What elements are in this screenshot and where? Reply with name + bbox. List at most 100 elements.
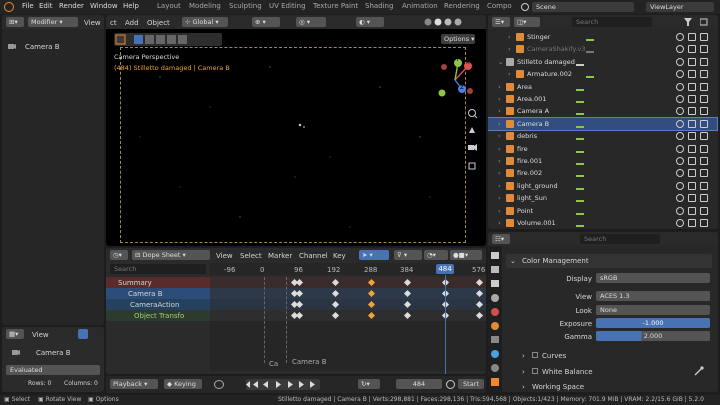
tool-tab-icon[interactable] [490,250,500,260]
eye-visibility-icon[interactable] [676,219,684,227]
tab-workspace-8[interactable]: Compo [487,2,513,10]
camera-render-icon[interactable] [688,132,696,141]
menu-render[interactable]: Render [59,2,84,10]
properties-search-input[interactable]: Search [580,234,660,244]
data-type-icon[interactable] [576,95,584,103]
white-balance-checkbox[interactable] [532,368,538,374]
restrict-select-icon[interactable] [700,157,708,165]
eye-visibility-icon[interactable] [676,107,684,116]
restrict-select-icon[interactable] [700,132,708,141]
eye-visibility-icon[interactable] [676,33,684,41]
camera-render-icon[interactable] [688,194,696,203]
marker-label[interactable]: Camera B [292,358,327,366]
spreadsheet-view-menu[interactable]: View [32,331,49,339]
data-type-icon[interactable] [586,70,594,79]
keyframe[interactable] [290,300,298,309]
data-type-icon[interactable] [586,45,594,54]
expand-chevron-icon[interactable]: › [498,219,501,227]
keyframe[interactable] [368,311,376,320]
expand-chevron-icon[interactable]: › [498,182,501,190]
outliner-row[interactable]: › fire.002 [488,167,717,179]
restrict-select-icon[interactable] [700,181,708,190]
object-tab-icon[interactable] [490,350,500,360]
keyframe[interactable] [290,311,298,320]
outliner-row[interactable]: ⌄ Stilletto damaged [488,56,717,68]
output-tab-icon[interactable] [490,278,500,288]
data-type-icon[interactable] [576,132,584,141]
keyframes[interactable] [106,248,486,374]
camera-render-icon[interactable] [688,144,696,153]
camera-render-icon[interactable] [688,206,696,215]
restrict-select-icon[interactable] [700,33,708,41]
outliner-row[interactable]: › fire.001 [488,155,717,167]
keyframe[interactable] [332,278,340,287]
outliner-row[interactable]: › Stinger [488,31,717,43]
editor-type-button[interactable]: ⊞▾ [6,17,24,27]
viewport-3d[interactable]: ct Add Object ⊹ Global ▾ ⊕ ▾ ◎ ▾ ◐ ▾ Opt… [106,15,486,246]
view-layer-tab-icon[interactable] [490,294,500,304]
marker-label[interactable]: Ca [269,360,278,368]
outliner-row[interactable]: › light_ground [488,180,717,192]
expand-chevron-icon[interactable]: › [498,207,501,215]
camera-render-icon[interactable] [688,70,696,79]
data-type-icon[interactable] [576,120,584,128]
viewport-add-menu[interactable]: Add [125,19,139,27]
data-type-icon[interactable] [586,33,594,41]
navigation-gizmo[interactable] [432,57,478,103]
keyframe[interactable] [475,289,483,298]
exposure-slider[interactable]: -1.000 [596,318,710,328]
eye-visibility-icon[interactable] [676,119,684,128]
filter-icon[interactable] [684,18,692,26]
eye-visibility-icon[interactable] [676,194,684,203]
restrict-select-icon[interactable] [700,206,708,215]
data-type-icon[interactable] [576,169,584,178]
view-layer-field[interactable]: ViewLayer [646,2,714,12]
record-icon[interactable] [214,380,224,389]
keyframe[interactable] [368,278,376,287]
select-mode-toolbar[interactable] [114,33,222,46]
camera-render-icon[interactable] [688,119,696,128]
dope-sheet-editor[interactable]: ◷▾ ⊟ Dope Sheet ▾ View Select Marker Cha… [106,248,486,374]
outliner-row[interactable]: › fire [488,143,717,155]
eye-visibility-icon[interactable] [676,82,684,91]
menu-help[interactable]: Help [123,2,139,10]
proportional-edit-button[interactable]: ◎ ▾ [296,17,326,27]
eyedropper-icon[interactable] [694,366,704,376]
lock-icon[interactable] [466,161,478,173]
keyframe[interactable] [368,289,376,298]
eye-visibility-icon[interactable] [676,169,684,178]
expand-chevron-icon[interactable]: › [498,120,501,128]
data-type-icon[interactable] [576,107,584,116]
eye-visibility-icon[interactable] [676,144,684,153]
outliner-row[interactable]: › light_Sun [488,192,717,204]
camera-render-icon[interactable] [688,45,696,54]
data-type-icon[interactable] [576,83,584,91]
camera-render-icon[interactable] [688,169,696,178]
outliner-row[interactable]: › Camera B [488,116,718,132]
camera-render-icon[interactable] [688,95,696,103]
expand-chevron-icon[interactable]: › [498,132,501,140]
camera-render-icon[interactable] [688,33,696,41]
display-mode-dropdown[interactable]: ◫▾ [514,17,540,27]
eye-visibility-icon[interactable] [676,70,684,79]
data-type-icon[interactable] [576,157,584,165]
restrict-select-icon[interactable] [700,219,708,227]
outliner-row[interactable]: › debris [488,130,717,142]
restrict-select-icon[interactable] [700,107,708,116]
keyframe[interactable] [290,278,298,287]
eye-visibility-icon[interactable] [676,57,684,66]
camera-render-icon[interactable] [688,107,696,116]
outliner-editor-type[interactable]: ☰▾ [492,17,510,27]
keyframe[interactable] [290,289,298,298]
expand-chevron-icon[interactable]: ⌄ [498,58,503,66]
keyframe[interactable] [332,311,340,320]
curves-checkbox[interactable] [532,352,538,358]
restrict-select-icon[interactable] [700,57,708,66]
camera-view-icon[interactable] [466,143,478,155]
viewport-object-menu[interactable]: Object [147,19,170,27]
expand-chevron-icon[interactable]: › [498,95,501,103]
tab-workspace-2[interactable]: Sculpting [229,2,262,10]
expand-chevron-icon[interactable]: › [498,194,501,202]
keyframe[interactable] [404,311,412,320]
data-type-icon[interactable] [576,145,584,153]
